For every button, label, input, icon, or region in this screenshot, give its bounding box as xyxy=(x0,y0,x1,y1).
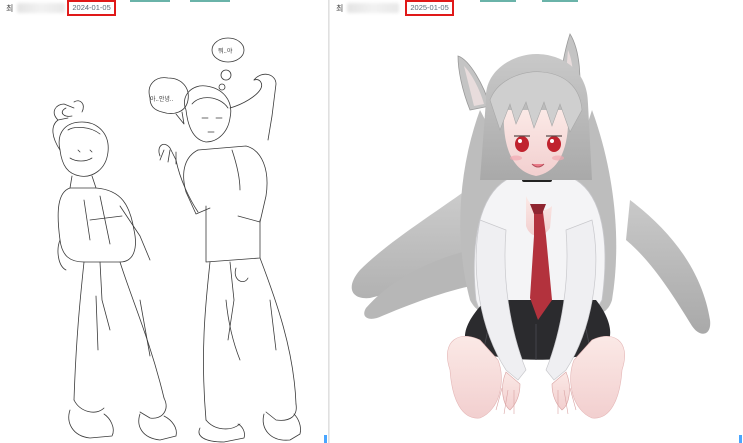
thought-bubble-text: 뭐..야 xyxy=(218,47,233,55)
speech-bubble-text: 아..안녕.. xyxy=(150,95,174,103)
left-image-window: 최 2024-01-05 아..안녕.. 뭐..야 xyxy=(0,0,328,443)
sketch-figure-right xyxy=(158,73,301,443)
sketch-figure-left xyxy=(52,100,177,441)
sketch-artwork: 아..안녕.. 뭐..야 xyxy=(52,37,301,443)
thought-bubble xyxy=(211,37,245,91)
scrollbar-indicator[interactable] xyxy=(739,435,742,443)
scrollbar-indicator[interactable] xyxy=(324,435,327,443)
right-image-window: 최 2025-01-05 xyxy=(330,0,743,443)
illustration-artwork xyxy=(351,33,711,419)
